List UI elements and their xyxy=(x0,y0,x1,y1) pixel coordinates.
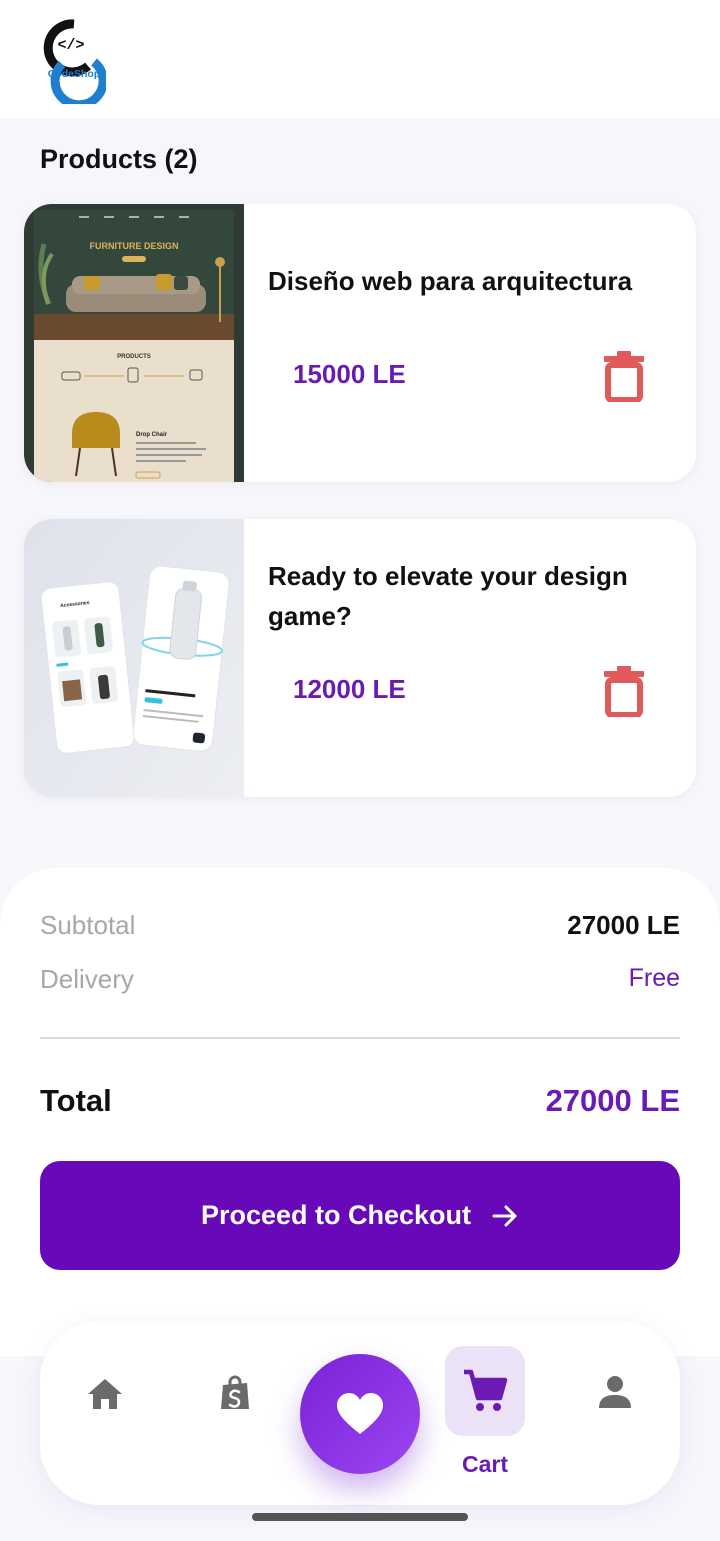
checkout-label: Proceed to Checkout xyxy=(200,1200,472,1230)
codeshop-logo: </> CodeShop xyxy=(43,19,106,104)
cart-icon xyxy=(464,1369,508,1411)
trash-icon[interactable] xyxy=(602,350,646,402)
thumb-heading: FURNITURE DESIGN xyxy=(89,241,178,251)
bottom-navigation: Cart xyxy=(40,1321,680,1505)
thumb-section: PRODUCTS xyxy=(117,354,151,360)
home-icon xyxy=(88,1379,122,1409)
logo-symbol: </> xyxy=(57,37,84,54)
system-home-indicator[interactable] xyxy=(252,1513,468,1521)
product-thumbnail-furniture[interactable]: FURNITURE DESIGN PRODUCTS Drop Chair xyxy=(24,204,244,482)
cart-item-card: Accessories Ready to elevate your design… xyxy=(24,519,696,797)
product-title: Diseño web para arquitectura xyxy=(268,266,633,296)
person-icon xyxy=(599,1376,631,1408)
delivery-value: Free xyxy=(628,964,680,992)
nav-profile[interactable] xyxy=(596,1373,634,1411)
nav-favorites[interactable] xyxy=(300,1354,420,1474)
nav-home[interactable] xyxy=(84,1373,126,1415)
order-summary: Subtotal 27000 LE Delivery Free Total 27… xyxy=(0,868,720,1356)
product-thumbnail-app[interactable]: Accessories xyxy=(24,519,244,797)
thumb-product: Drop Chair xyxy=(136,432,168,438)
cart-item-card: FURNITURE DESIGN PRODUCTS Drop Chair Dis… xyxy=(24,204,696,482)
heart-icon xyxy=(337,1393,383,1434)
arrow-right-icon xyxy=(492,1205,517,1226)
total-label: Total xyxy=(40,1083,112,1118)
product-title: Ready to elevate your design game? xyxy=(268,561,628,631)
app-header: </> CodeShop xyxy=(0,0,720,118)
product-price: 12000 LE xyxy=(293,674,406,704)
nav-cart-label: Cart xyxy=(461,1451,508,1477)
products-count-title: Products (2) xyxy=(40,144,198,174)
total-value: 27000 LE xyxy=(545,1083,680,1118)
nav-cart[interactable] xyxy=(445,1346,525,1436)
nav-shop[interactable] xyxy=(214,1371,256,1415)
proceed-to-checkout-button[interactable]: Proceed to Checkout xyxy=(40,1161,680,1270)
logo-text: CodeShop xyxy=(48,68,101,80)
shop-bag-icon xyxy=(221,1375,249,1409)
trash-icon[interactable] xyxy=(602,665,646,717)
subtotal-label: Subtotal xyxy=(40,910,136,940)
divider xyxy=(40,1037,680,1039)
delivery-label: Delivery xyxy=(40,964,134,994)
subtotal-value: 27000 LE xyxy=(567,910,680,940)
product-price: 15000 LE xyxy=(293,359,406,389)
